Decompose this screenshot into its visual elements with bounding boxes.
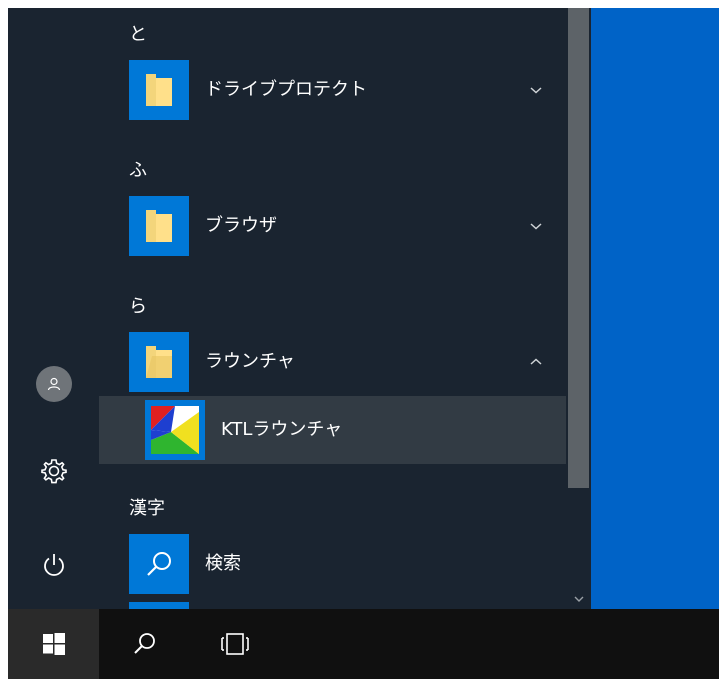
group-header-ra[interactable]: ら (129, 292, 147, 318)
folder-icon (146, 210, 172, 242)
search-tile (129, 534, 189, 594)
app-label: 検索 (205, 553, 241, 574)
folder-icon (146, 74, 172, 106)
start-button[interactable] (8, 609, 99, 679)
power-button[interactable] (8, 535, 99, 595)
app-label: ドライブプロテクト (205, 79, 367, 100)
task-view-button[interactable] (195, 609, 275, 679)
desktop-background (591, 8, 719, 609)
screen: と ドライブプロテクト ふ ブラウザ ら ラウンチャ KTLラウンチャ 漢字 検… (8, 8, 719, 679)
user-account-button[interactable] (8, 354, 99, 414)
task-view-icon (221, 633, 249, 655)
chevron-up-icon (530, 358, 542, 365)
taskbar-search-button[interactable] (105, 609, 185, 679)
expand-button[interactable] (524, 56, 548, 124)
ktl-launcher-icon (151, 406, 199, 454)
app-label: ラウンチャ (205, 351, 295, 372)
settings-button[interactable] (8, 441, 99, 501)
chevron-down-icon (574, 596, 583, 602)
scroll-down-button[interactable] (566, 589, 591, 609)
collapse-button[interactable] (524, 328, 548, 396)
taskbar (8, 609, 719, 679)
app-browser[interactable]: ブラウザ (99, 192, 566, 260)
group-header-to[interactable]: と (129, 20, 147, 46)
expand-button[interactable] (524, 192, 548, 260)
user-icon (35, 366, 72, 402)
settings-gear-icon (40, 459, 67, 484)
partial-tile (129, 602, 189, 609)
app-list: と ドライブプロテクト ふ ブラウザ ら ラウンチャ KTLラウンチャ 漢字 検… (99, 8, 566, 609)
app-drive-protect[interactable]: ドライブプロテクト (99, 56, 566, 124)
start-menu: と ドライブプロテクト ふ ブラウザ ら ラウンチャ KTLラウンチャ 漢字 検… (8, 8, 591, 609)
chevron-down-icon (530, 87, 542, 94)
start-menu-rail (8, 8, 99, 609)
group-header-kanji[interactable]: 漢字 (129, 494, 165, 520)
app-search[interactable]: 検索 (99, 530, 566, 598)
windows-logo-icon (42, 633, 65, 655)
scrollbar-thumb[interactable] (568, 8, 589, 488)
app-label: KTLラウンチャ (221, 419, 343, 440)
search-icon (147, 552, 171, 576)
app-label: ブラウザ (205, 215, 277, 236)
ktl-launcher-tile (145, 400, 205, 460)
chevron-down-icon (530, 223, 542, 230)
scrollbar[interactable] (566, 8, 591, 609)
folder-tile (129, 332, 189, 392)
search-icon (134, 633, 155, 654)
folder-tile (129, 60, 189, 120)
group-header-fu[interactable]: ふ (129, 156, 147, 182)
power-icon (43, 554, 64, 576)
folder-tile (129, 196, 189, 256)
app-launcher-folder[interactable]: ラウンチャ (99, 328, 566, 396)
app-ktl-launcher[interactable]: KTLラウンチャ (99, 396, 566, 464)
folder-icon (146, 346, 172, 378)
